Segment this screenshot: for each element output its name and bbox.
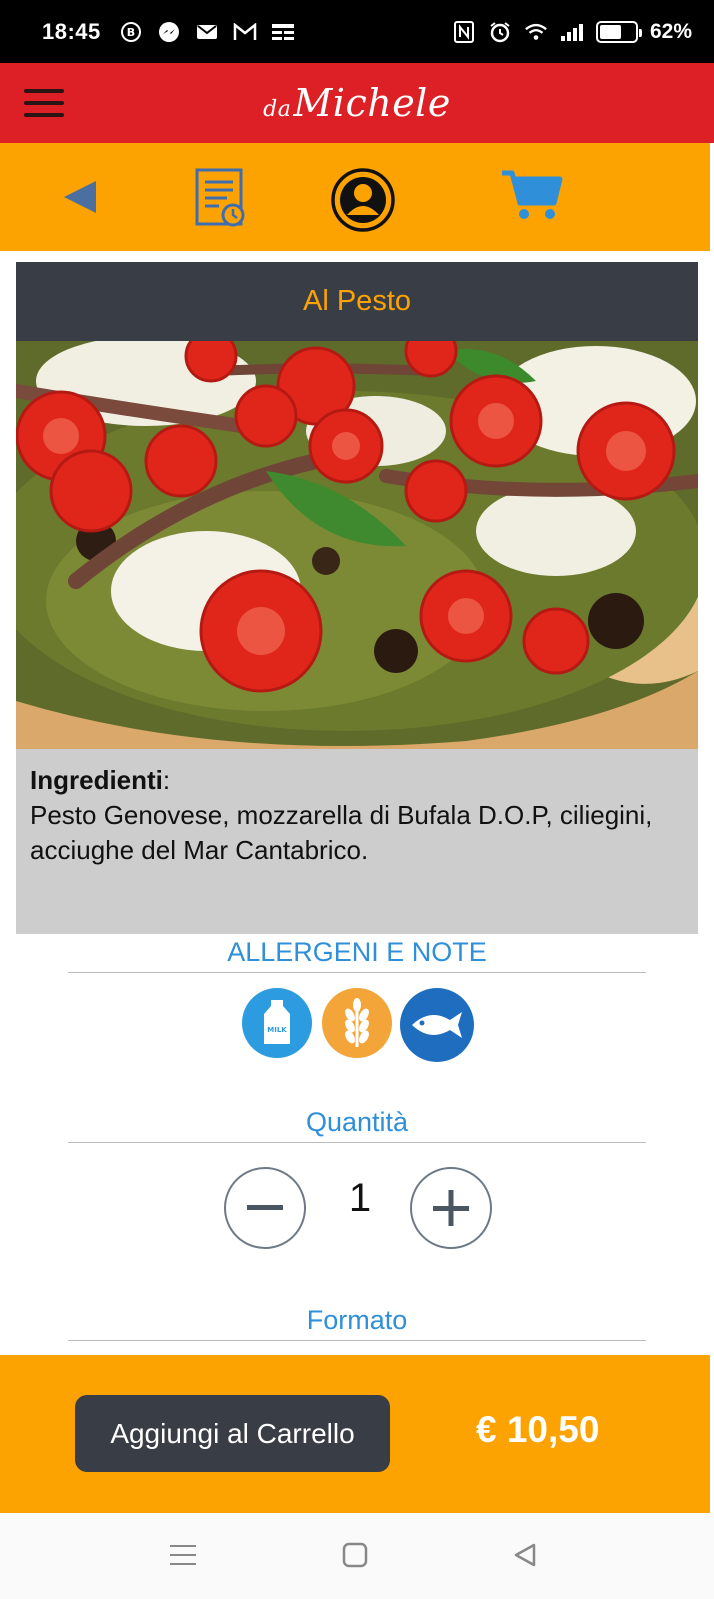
status-time: 18:45 bbox=[42, 18, 101, 44]
ingredients-label: Ingredienti bbox=[30, 765, 163, 795]
cart-button[interactable] bbox=[500, 167, 564, 223]
cart-icon bbox=[502, 170, 563, 219]
system-nav-bar bbox=[0, 1513, 714, 1599]
wifi-icon bbox=[524, 20, 548, 44]
battery-percent: 62% bbox=[649, 19, 692, 43]
ingredients-box: Ingredienti: Pesto Genovese, mozzarella … bbox=[16, 749, 698, 934]
menu-icon[interactable] bbox=[24, 89, 64, 117]
svg-text:B: B bbox=[127, 26, 135, 39]
order-history-button[interactable] bbox=[192, 167, 248, 229]
allergens-heading: ALLERGENI E NOTE bbox=[68, 937, 646, 973]
minus-icon bbox=[247, 1205, 283, 1210]
recent-apps-button[interactable] bbox=[163, 1535, 203, 1575]
milk-icon: MILK bbox=[242, 988, 312, 1058]
add-to-cart-button[interactable]: Aggiungi al Carrello bbox=[75, 1395, 390, 1472]
svg-text:MILK: MILK bbox=[267, 1026, 287, 1034]
home-square-icon bbox=[342, 1542, 368, 1568]
quantity-heading: Quantità bbox=[68, 1107, 646, 1143]
total-price: € 10,50 bbox=[476, 1409, 600, 1450]
menu-lines-icon bbox=[170, 1545, 196, 1565]
fish-icon bbox=[400, 988, 474, 1062]
mail-icon bbox=[195, 20, 219, 44]
app-header: daMichele bbox=[0, 63, 714, 143]
user-icon bbox=[331, 168, 395, 232]
product-card: Al Pesto Ingredienti: Pesto Genovese, mo… bbox=[16, 262, 698, 934]
app-logo: daMichele bbox=[263, 81, 451, 125]
gmail-icon bbox=[233, 20, 257, 44]
system-back-button[interactable] bbox=[505, 1535, 545, 1575]
signal-icon bbox=[560, 20, 584, 44]
news-icon bbox=[271, 20, 295, 44]
nfc-icon bbox=[452, 20, 476, 44]
alarm-icon bbox=[488, 20, 512, 44]
decrease-quantity-button[interactable] bbox=[224, 1167, 306, 1249]
account-button[interactable] bbox=[330, 167, 396, 233]
status-bar: 18:45 B 62% bbox=[0, 0, 714, 63]
battery-icon bbox=[595, 20, 642, 43]
cart-bar: Aggiungi al Carrello € 10,50 bbox=[0, 1355, 710, 1513]
home-button[interactable] bbox=[335, 1535, 375, 1575]
order-history-icon bbox=[195, 168, 245, 227]
quantity-value[interactable]: 1 bbox=[340, 1176, 380, 1221]
back-arrow-icon bbox=[64, 181, 96, 213]
pizza-image bbox=[16, 341, 698, 749]
back-triangle-icon bbox=[514, 1543, 536, 1567]
increase-quantity-button[interactable] bbox=[410, 1167, 492, 1249]
bip-icon: B bbox=[119, 20, 143, 44]
plus-icon bbox=[433, 1190, 469, 1226]
nav-toolbar bbox=[0, 143, 710, 251]
gluten-icon bbox=[322, 988, 392, 1058]
ingredients-text: Pesto Genovese, mozzarella di Bufala D.O… bbox=[30, 800, 653, 865]
format-heading: Formato bbox=[68, 1305, 646, 1341]
product-title: Al Pesto bbox=[16, 262, 698, 341]
messenger-icon bbox=[157, 20, 181, 44]
back-button[interactable] bbox=[55, 175, 105, 219]
